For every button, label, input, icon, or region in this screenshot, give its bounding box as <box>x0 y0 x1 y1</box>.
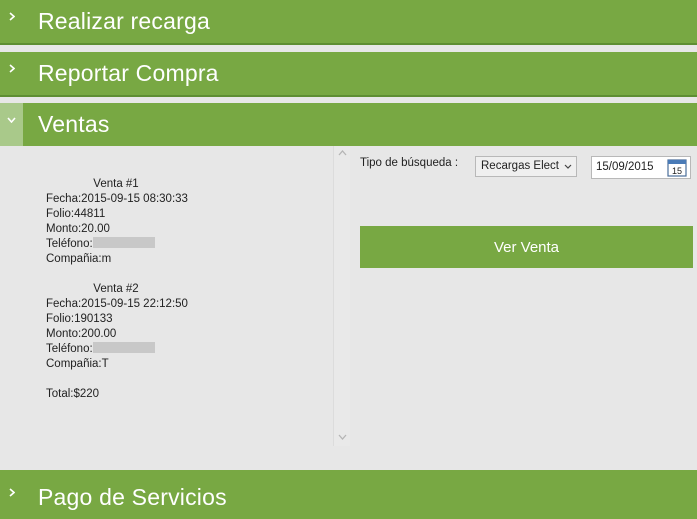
accordion-title: Pago de Servicios <box>38 484 227 510</box>
sale-compania: Compañia:T <box>46 358 109 370</box>
accordion-title: Ventas <box>38 111 110 137</box>
chevron-down-icon <box>0 103 23 146</box>
accordion-ventas[interactable]: Ventas <box>0 103 697 146</box>
ventas-panel: Venta #1 Fecha:2015-09-15 08:30:33 Folio… <box>0 146 697 470</box>
date-value: 15/09/2015 <box>596 161 654 173</box>
accordion-reportar-compra[interactable]: Reportar Compra <box>0 52 697 95</box>
sale-folio: Folio:190133 <box>46 313 113 325</box>
chevron-down-icon <box>564 164 572 169</box>
chevron-right-icon <box>0 0 23 43</box>
calendar-day: 15 <box>672 166 682 176</box>
search-type-select[interactable]: Recargas Elect <box>475 156 577 177</box>
sales-receipt: Venta #1 Fecha:2015-09-15 08:30:33 Folio… <box>46 177 216 402</box>
divider <box>0 43 697 45</box>
sale-compania: Compañia:m <box>46 253 112 265</box>
sale-folio: Folio:44811 <box>46 208 106 220</box>
ver-venta-button[interactable]: Ver Venta <box>360 226 693 268</box>
sale-fecha: Fecha:2015-09-15 08:30:33 <box>46 193 188 205</box>
search-type-value: Recargas Elect <box>481 160 559 172</box>
accordion-realizar-recarga[interactable]: Realizar recarga <box>0 0 697 43</box>
chevron-right-icon <box>0 52 23 95</box>
chevron-right-icon <box>0 470 23 519</box>
telefono-label: Teléfono: <box>46 343 93 355</box>
sale-header: Venta #2 <box>93 283 139 295</box>
redacted-phone <box>92 342 155 353</box>
accordion-title: Realizar recarga <box>38 8 210 34</box>
divider <box>0 95 697 97</box>
sales-total: Total:$220 <box>46 388 100 400</box>
sale-monto: Monto:200.00 <box>46 328 117 340</box>
search-type-label: Tipo de búsqueda : <box>360 157 459 169</box>
redacted-phone <box>92 237 155 248</box>
sale-monto: Monto:20.00 <box>46 223 110 235</box>
scroll-up-icon[interactable] <box>338 150 347 156</box>
sale-telefono: Teléfono: <box>46 342 216 357</box>
telefono-label: Teléfono: <box>46 238 93 250</box>
date-picker[interactable]: 15/09/2015 15 <box>591 156 691 179</box>
accordion-title: Reportar Compra <box>38 60 219 86</box>
calendar-icon[interactable]: 15 <box>667 158 687 177</box>
sale-fecha: Fecha:2015-09-15 22:12:50 <box>46 298 188 310</box>
app-root: Realizar recarga Reportar Compra Ventas … <box>0 0 697 519</box>
sale-telefono: Teléfono: <box>46 237 216 252</box>
sale-header: Venta #1 <box>93 178 139 190</box>
accordion-pago-servicios[interactable]: Pago de Servicios <box>0 470 697 519</box>
receipt-scrollbar[interactable] <box>333 146 350 446</box>
scroll-down-icon[interactable] <box>338 434 347 440</box>
